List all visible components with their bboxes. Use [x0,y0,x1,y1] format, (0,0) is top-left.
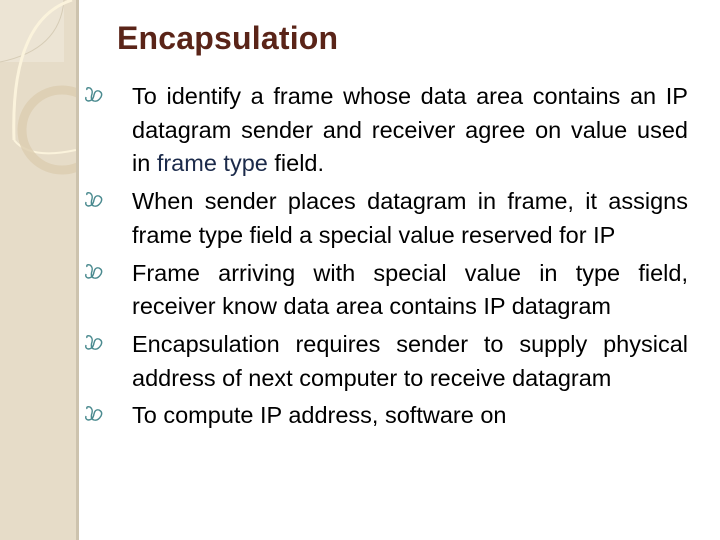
bullet-item: When sender places datagram in frame, it… [84,185,688,252]
decorative-sidebar [0,0,79,540]
bullet-text: Frame arriving with special value in typ… [132,259,688,320]
bullet-list: To identify a frame whose data area cont… [84,80,688,437]
wingdings-swirl-bullet-icon [85,406,103,422]
bullet-item: Frame arriving with special value in typ… [84,257,688,324]
bullet-text: To compute IP address, software on [132,402,507,429]
wingdings-swirl-bullet-icon [85,334,103,350]
highlighted-term: frame type [156,150,268,177]
wingdings-swirl-bullet-icon [85,192,103,207]
bullet-item: Encapsulation requires sender to supply … [84,328,688,395]
bullet-item: To compute IP address, software on [84,399,688,433]
wingdings-swirl-bullet-icon [85,87,103,102]
bullet-text: Encapsulation requires sender to supply … [132,330,688,391]
wingdings-swirl-bullet-icon [85,263,103,279]
slide-title: Encapsulation [117,20,339,56]
decorative-swirl-graphic [0,0,76,175]
bullet-item: To identify a frame whose data area cont… [84,80,688,181]
bullet-text: When sender places datagram in frame, it… [132,188,688,248]
bullet-text: field. [267,150,325,177]
